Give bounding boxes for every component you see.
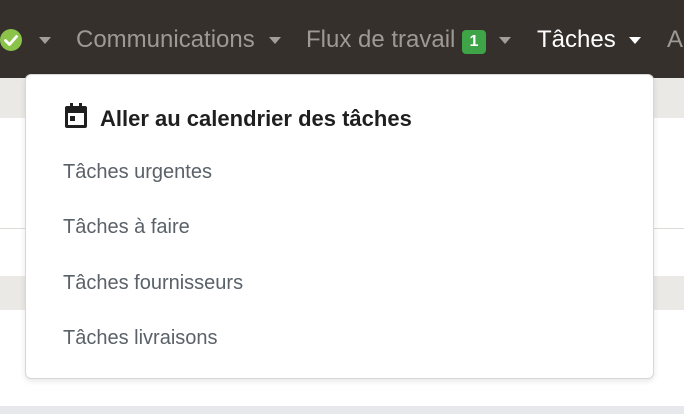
workflow-count-badge: 1 <box>462 30 486 54</box>
nav-item-next[interactable]: A <box>667 25 683 55</box>
taches-caret-icon[interactable] <box>629 37 641 44</box>
menu-item-taches-fournisseurs[interactable]: Tâches fournisseurs <box>63 270 243 296</box>
nav-item-flux-de-travail[interactable]: Flux de travail <box>306 25 455 55</box>
nav-item-taches[interactable]: Tâches <box>537 25 616 55</box>
taches-dropdown-menu: Aller au calendrier des tâches Tâches ur… <box>25 74 654 379</box>
workflow-caret-icon[interactable] <box>499 37 511 44</box>
nav-item-communications[interactable]: Communications <box>76 25 255 55</box>
communications-caret-icon[interactable] <box>269 37 281 44</box>
status-dropdown-caret-icon[interactable] <box>39 37 51 44</box>
top-navbar: Communications Flux de travail 1 Tâches … <box>0 0 684 78</box>
menu-item-taches-urgentes[interactable]: Tâches urgentes <box>63 159 212 185</box>
calendar-link-label: Aller au calendrier des tâches <box>100 106 412 131</box>
menu-item-taches-livraisons[interactable]: Tâches livraisons <box>63 325 218 351</box>
check-circle-icon[interactable] <box>0 28 24 52</box>
page-band-bottom <box>0 406 684 414</box>
menu-item-taches-a-faire[interactable]: Tâches à faire <box>63 214 190 240</box>
calendar-icon <box>65 103 87 128</box>
